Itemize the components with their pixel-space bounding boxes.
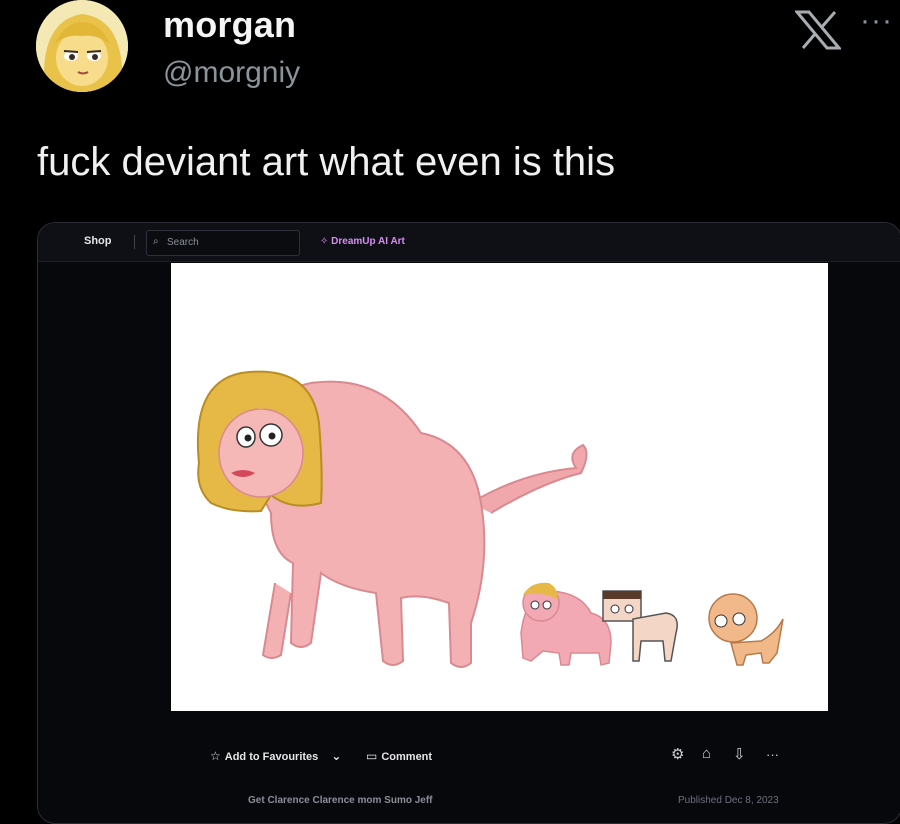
- award-icon[interactable]: ⚙: [671, 745, 684, 763]
- add-to-favourites-label: Add to Favourites: [224, 751, 319, 763]
- more-options-icon[interactable]: ···: [860, 4, 893, 38]
- divider: [134, 235, 135, 249]
- download-icon[interactable]: ⇩: [733, 745, 746, 763]
- user-handle[interactable]: @morgniy: [163, 56, 300, 90]
- comment-button[interactable]: ▭ Comment: [366, 749, 432, 763]
- dreamup-label: DreamUp AI Art: [331, 236, 405, 247]
- search-icon: ⌕: [153, 236, 159, 247]
- shop-link[interactable]: Shop: [84, 235, 112, 247]
- star-icon: ☆: [210, 749, 221, 763]
- more-actions-icon[interactable]: ···: [766, 747, 779, 762]
- cartoon-creature-family-illustration: [197, 370, 784, 668]
- comment-icon: ▭: [366, 749, 378, 763]
- sparkle-icon: ✧: [320, 236, 332, 247]
- artwork-title[interactable]: Get Clarence Clarence mom Sumo Jeff: [248, 795, 433, 806]
- add-to-favourites-button[interactable]: ☆ Add to Favourites ⌄: [210, 749, 345, 763]
- tweet-header: morgan @morgniy ···: [0, 0, 900, 110]
- publish-date: Published Dec 8, 2023: [678, 795, 779, 806]
- search-input[interactable]: ⌕ Search: [146, 230, 300, 256]
- deviantart-topbar: Shop ⌕ Search ✧ DreamUp AI Art: [38, 223, 900, 262]
- user-avatar[interactable]: [36, 0, 128, 92]
- x-logo-icon: [795, 10, 841, 50]
- search-placeholder: Search: [167, 237, 199, 248]
- tweet-text: fuck deviant art what even is this: [37, 140, 616, 184]
- artwork-action-bar: ☆ Add to Favourites ⌄ ▭ Comment ⚙ ⌂ ⇩ ···: [38, 741, 900, 771]
- share-icon[interactable]: ⌂: [702, 745, 711, 762]
- anime-avatar-icon: [36, 0, 128, 92]
- artwork-image: [171, 263, 828, 711]
- display-name[interactable]: morgan: [163, 4, 296, 46]
- chevron-down-icon[interactable]: ⌄: [331, 749, 341, 763]
- dreamup-link[interactable]: ✧ DreamUp AI Art: [320, 236, 405, 247]
- embedded-screenshot[interactable]: Shop ⌕ Search ✧ DreamUp AI Art ☆ Add to …: [37, 222, 900, 824]
- comment-label: Comment: [381, 751, 433, 763]
